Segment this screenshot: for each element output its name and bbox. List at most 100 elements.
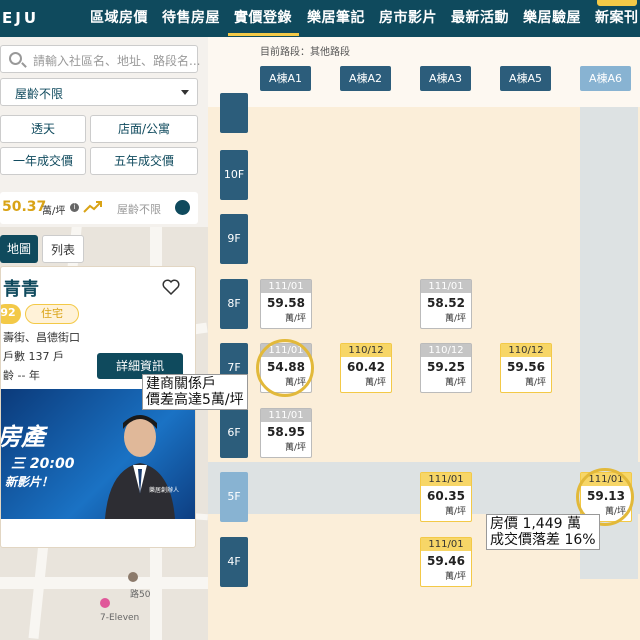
annotation-left-line1: 建商關係戶 <box>146 376 216 392</box>
building-name: 青青 <box>3 279 39 300</box>
transaction-unit: 萬/坪 <box>444 507 466 517</box>
nav-item-videos[interactable]: 房市影片 <box>379 7 437 27</box>
floor-button-6f[interactable]: 6F <box>220 407 248 458</box>
map-pin-icon[interactable] <box>128 572 138 582</box>
nav-item-for-sale[interactable]: 待售房屋 <box>162 7 220 27</box>
age-filter-value: 屋齡不限 <box>15 87 64 101</box>
view-tabs: 地圖 列表 <box>0 235 86 263</box>
route-label: 目前路段：其他路段 <box>260 47 350 58</box>
transaction-unit: 萬/坪 <box>444 313 466 324</box>
floor-button-10f[interactable]: 10F <box>220 149 248 200</box>
info-icon[interactable]: i <box>70 203 79 212</box>
transaction-date: 111/01 <box>421 537 471 551</box>
transaction-unit: 萬/坪 <box>364 378 386 388</box>
avg-price-value: 50.37 <box>2 199 47 215</box>
nav-item-notes[interactable]: 樂居筆記 <box>307 7 365 27</box>
transaction-cell[interactable]: 110/12 59.25 萬/坪 <box>420 343 472 393</box>
transaction-cell[interactable]: 111/01 58.95 萬/坪 <box>260 407 312 458</box>
nav-item-inspection[interactable]: 樂居驗屋 <box>523 7 581 27</box>
transaction-price: 59.56 <box>507 360 545 374</box>
price-age-label: 屋齡不限 <box>117 203 161 216</box>
filter-shop-apartment-button[interactable]: 店面/公寓 <box>90 115 198 143</box>
avg-price-unit: 萬/坪 <box>42 206 66 217</box>
transaction-date: 111/01 <box>421 279 471 293</box>
transaction-unit: 萬/坪 <box>444 571 466 582</box>
floor-button-5f[interactable]: 5F <box>220 472 248 522</box>
annotation-right-line1: 房價 1,449 萬 <box>490 516 581 532</box>
new-badge <box>597 0 637 6</box>
transaction-price: 58.95 <box>267 424 305 439</box>
filter-townhouse-button[interactable]: 透天 <box>0 115 86 143</box>
unit-button-a3[interactable]: A棟A3 <box>420 66 471 91</box>
transaction-date: 110/12 <box>421 344 471 357</box>
tab-map[interactable]: 地圖 <box>0 235 38 263</box>
transaction-date: 110/12 <box>341 344 391 357</box>
transaction-cell[interactable]: 111/01 59.46 萬/坪 <box>420 536 472 587</box>
annotation-left: 建商關係戶 價差高達5萬/坪 <box>142 374 248 410</box>
video-tag: 樂居創辦人 <box>149 487 180 494</box>
unit-button-a5[interactable]: A棟A5 <box>500 66 551 91</box>
transaction-date: 111/01 <box>421 473 471 486</box>
transaction-unit: 萬/坪 <box>284 442 306 453</box>
nav-item-area-price[interactable]: 區域房價 <box>90 7 148 27</box>
transaction-unit: 萬/坪 <box>524 378 546 388</box>
transaction-price: 59.25 <box>427 360 465 374</box>
highlight-ring <box>256 339 314 397</box>
nav-item-actual-price[interactable]: 實價登錄 <box>234 7 292 27</box>
video-subtitle: 新影片！ <box>5 475 54 489</box>
transaction-cell[interactable]: 111/01 59.58 萬/坪 <box>260 278 312 329</box>
video-time: 三 20:00 <box>11 456 75 472</box>
unit-button-a6[interactable]: A棟A6 <box>580 66 631 91</box>
transaction-price: 59.58 <box>267 295 305 310</box>
building-households: 戶數 137 戶 <box>3 350 64 363</box>
transaction-date: 111/01 <box>261 408 311 422</box>
nav-item-new-projects[interactable]: 新案刊 <box>595 7 639 27</box>
tab-list[interactable]: 列表 <box>42 235 84 263</box>
transaction-price: 59.46 <box>427 553 465 568</box>
annotation-right-line2: 成交價落差 16% <box>490 532 596 548</box>
unit-button-a2[interactable]: A棟A2 <box>340 66 391 91</box>
transaction-date: 111/01 <box>261 279 311 293</box>
search-input[interactable]: 請輸入社區名、地址、路段名... <box>0 45 201 73</box>
floor-button-4f[interactable]: 4F <box>220 536 248 587</box>
map-pin-icon[interactable] <box>100 598 110 608</box>
chevron-down-icon <box>181 90 189 95</box>
floor-button-9f[interactable]: 9F <box>220 214 248 264</box>
transaction-cell[interactable]: 110/12 60.42 萬/坪 <box>340 343 392 393</box>
video-title: 房產 <box>1 423 45 451</box>
heart-icon[interactable] <box>162 279 180 295</box>
building-age: 齡 -- 年 <box>3 369 40 382</box>
type-tag: 住宅 <box>25 304 79 324</box>
transaction-cell[interactable]: 110/12 59.56 萬/坪 <box>500 343 552 393</box>
filter-five-year-button[interactable]: 五年成交價 <box>90 147 198 175</box>
nav-active-indicator <box>228 33 299 36</box>
transaction-price: 58.52 <box>427 295 465 310</box>
transaction-cell[interactable]: 111/01 58.52 萬/坪 <box>420 278 472 329</box>
chart-header: 目前路段：其他路段 A棟A1 A棟A2 A棟A3 A棟A5 A棟A6 <box>208 37 640 107</box>
age-tag: 92 <box>1 304 21 324</box>
search-placeholder: 請輸入社區名、地址、路段名... <box>33 54 201 68</box>
transaction-unit: 萬/坪 <box>284 313 306 324</box>
top-nav: EJU 區域房價 待售房屋 實價登錄 樂居筆記 房市影片 最新活動 樂居驗屋 新… <box>0 0 640 37</box>
transaction-date: 110/12 <box>501 344 551 357</box>
presenter-image <box>105 415 175 519</box>
trend-up-icon <box>83 201 102 213</box>
nav-item-events[interactable]: 最新活動 <box>451 7 509 27</box>
map-store-label: 7-Eleven <box>100 613 140 623</box>
age-filter-select[interactable]: 屋齡不限 <box>0 78 198 106</box>
filter-one-year-button[interactable]: 一年成交價 <box>0 147 86 175</box>
building-address: 壽街、昌德街口 <box>3 331 80 344</box>
annotation-left-line2: 價差高達5萬/坪 <box>146 392 244 408</box>
unit-button-a1[interactable]: A棟A1 <box>260 66 311 91</box>
transaction-price: 60.35 <box>427 489 465 503</box>
map-road-label: 路50 <box>130 590 151 600</box>
transaction-price: 60.42 <box>347 360 385 374</box>
share-icon[interactable] <box>175 200 190 215</box>
floor-button-8f[interactable]: 8F <box>220 278 248 329</box>
floor-button-partial[interactable] <box>220 93 248 133</box>
transaction-unit: 萬/坪 <box>444 378 466 388</box>
transaction-cell[interactable]: 111/01 60.35 萬/坪 <box>420 472 472 522</box>
annotation-right: 房價 1,449 萬 成交價落差 16% <box>486 514 600 550</box>
search-icon <box>9 52 22 65</box>
site-logo[interactable]: EJU <box>2 9 39 27</box>
